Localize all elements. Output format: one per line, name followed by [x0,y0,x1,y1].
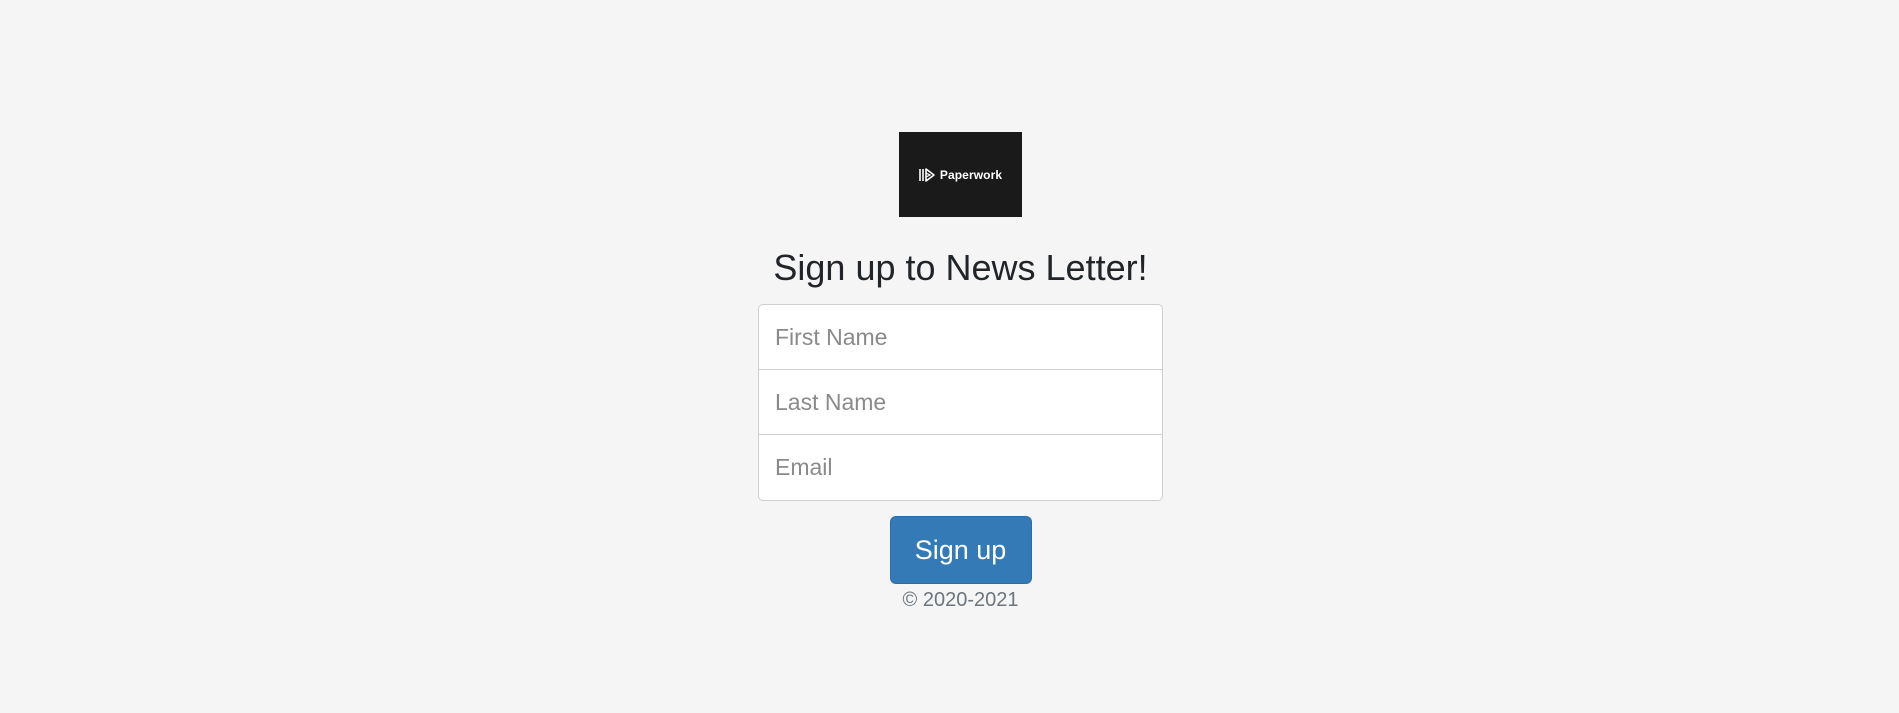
paperwork-logo-icon [919,167,936,183]
signup-form: Paperwork Sign up to News Letter! Sign u… [758,132,1163,632]
input-group [758,304,1163,501]
copyright-text: © 2020-2021 [902,589,1019,611]
last-name-input[interactable] [758,370,1163,435]
logo-text: Paperwork [939,167,1003,182]
signup-page: Paperwork Sign up to News Letter! Sign u… [0,0,1899,713]
logo: Paperwork [899,132,1022,217]
email-input[interactable] [758,435,1163,501]
page-title: Sign up to News Letter! [773,247,1148,288]
first-name-input[interactable] [758,304,1163,370]
sign-up-button[interactable]: Sign up [889,516,1032,584]
